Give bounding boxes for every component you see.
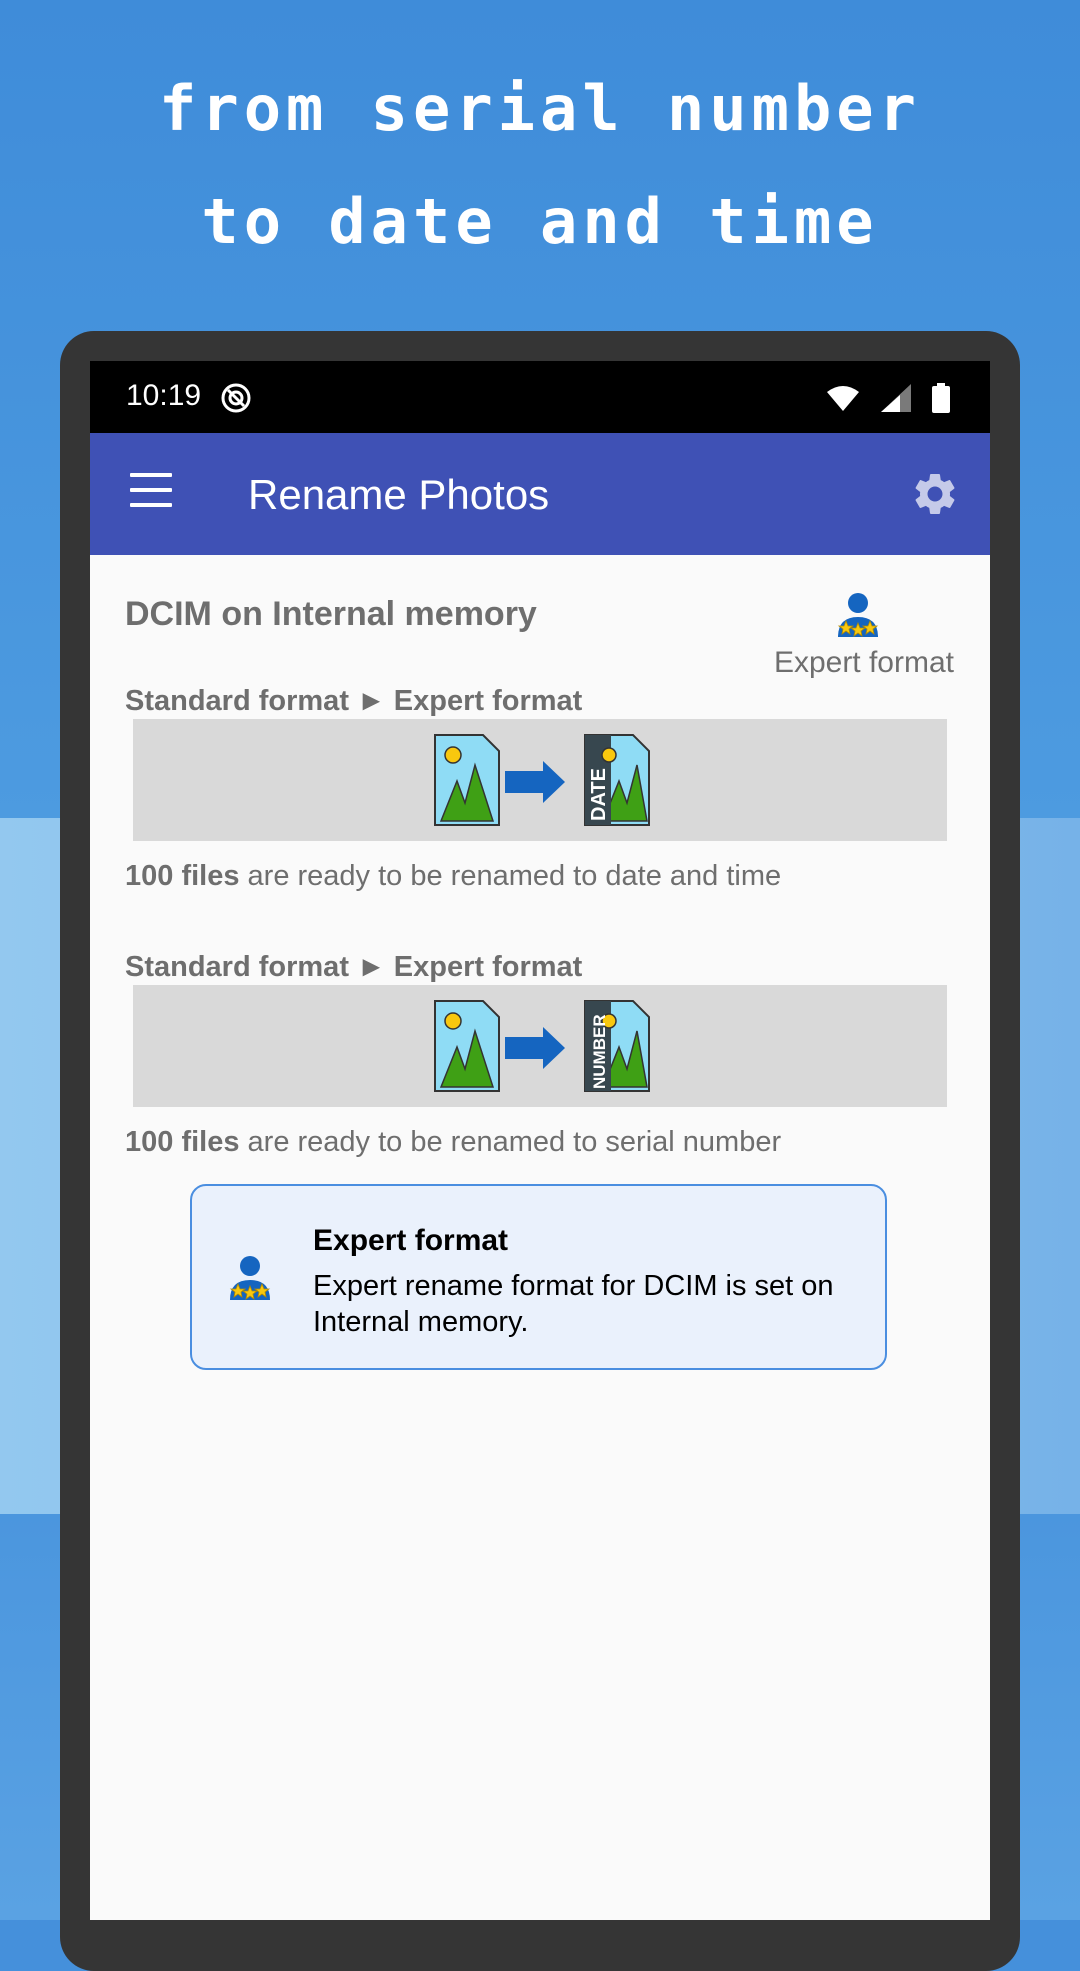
expert-format-toast: Expert format Expert rename format for D…: [190, 1184, 887, 1370]
conversion-label: Standard format ► Expert format: [125, 685, 583, 717]
promo-headline-line1: from serial number: [159, 72, 921, 145]
cellular-signal-icon: [881, 384, 911, 412]
gear-icon[interactable]: [910, 469, 960, 519]
date-tag-text: DATE: [588, 768, 610, 821]
conversion-preview-date[interactable]: DATE: [133, 719, 947, 841]
status-time: 10:19: [126, 379, 202, 412]
phone-screen: 10:19 Rename Photos DCIM on Internal mem…: [90, 361, 990, 1920]
ready-description: are ready to be renamed to date and time: [239, 860, 782, 892]
expert-format-label[interactable]: Expert format: [774, 646, 954, 680]
ready-description: are ready to be renamed to serial number: [239, 1126, 782, 1158]
number-tag-text: NUMBER: [590, 1014, 609, 1089]
promo-headline-line2: to date and time: [201, 185, 879, 258]
ready-status-number: 100 files are ready to be renamed to ser…: [125, 1126, 781, 1159]
hamburger-menu-icon[interactable]: [130, 473, 172, 507]
photo-to-number-icon: NUMBER: [434, 1000, 650, 1092]
conversion-preview-number[interactable]: NUMBER: [133, 985, 947, 1107]
do-not-disturb-icon: [221, 383, 251, 413]
app-title: Rename Photos: [248, 471, 550, 518]
app-bar: Rename Photos: [90, 433, 990, 555]
ready-status-date: 100 files are ready to be renamed to dat…: [125, 860, 781, 893]
storage-title: DCIM on Internal memory: [125, 595, 537, 633]
expert-user-icon: [229, 1256, 271, 1300]
battery-icon: [932, 383, 950, 413]
ready-file-count: 100 files: [125, 1126, 240, 1158]
conversion-label: Standard format ► Expert format: [125, 951, 583, 983]
toast-title: Expert format: [313, 1224, 509, 1257]
status-bar: 10:19: [90, 361, 990, 433]
photo-to-date-icon: DATE: [434, 734, 650, 826]
ready-file-count: 100 files: [125, 860, 240, 892]
wifi-icon: [827, 386, 859, 411]
toast-message: Expert rename format for DCIM is set on …: [313, 1270, 834, 1338]
expert-user-icon[interactable]: [834, 591, 882, 641]
